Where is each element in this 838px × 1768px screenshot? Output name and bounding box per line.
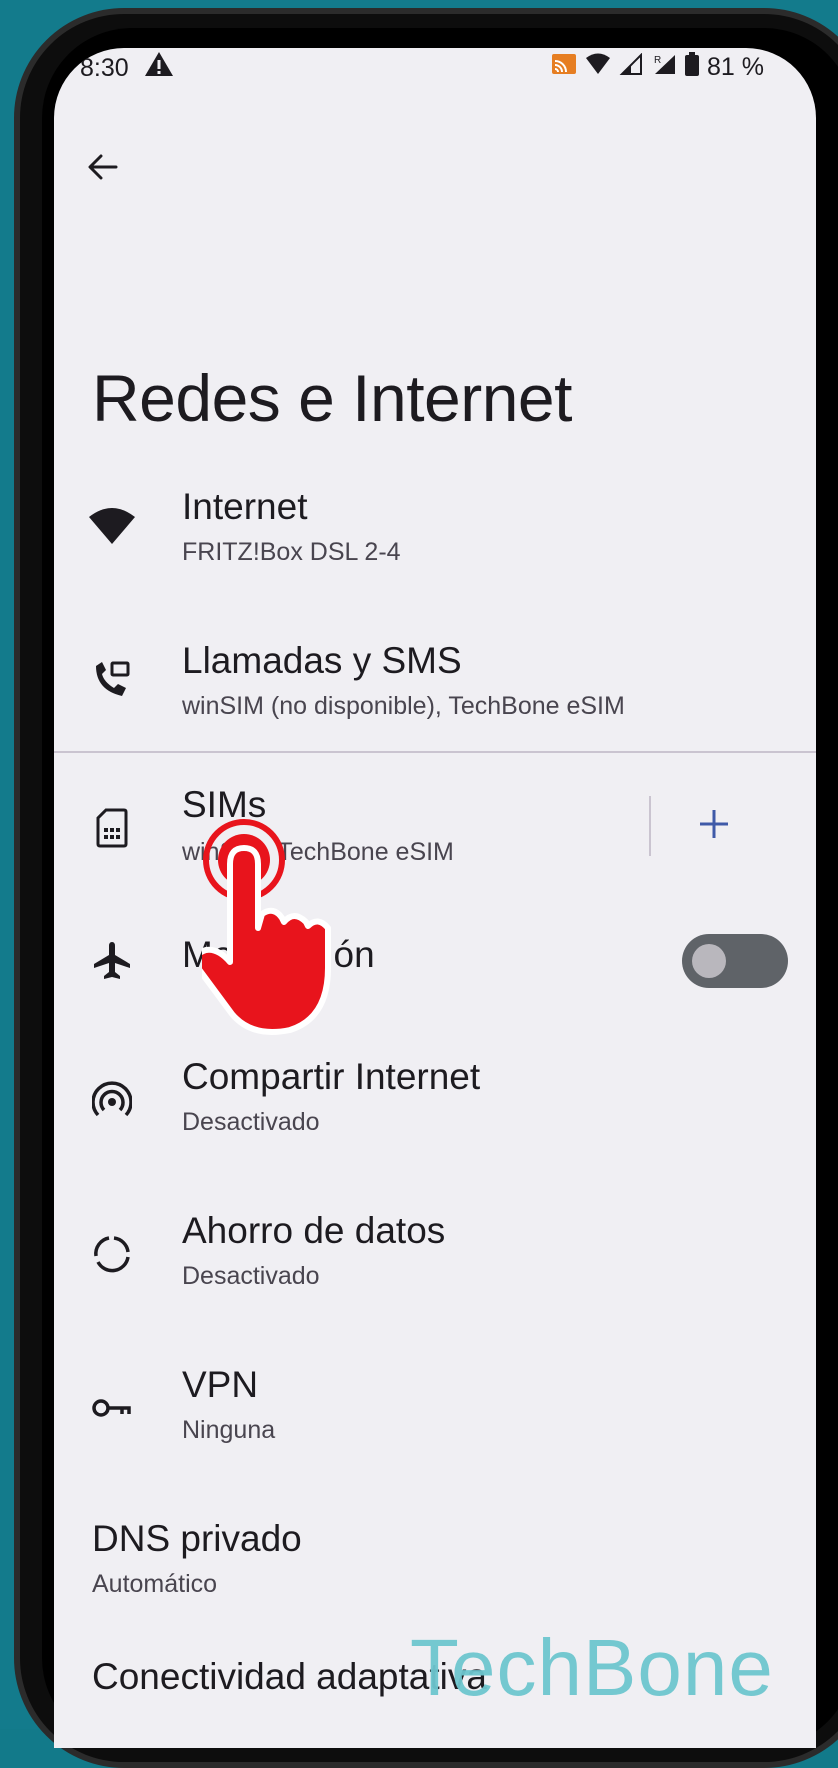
sim-card-icon	[84, 800, 140, 856]
item-subtitle: Desactivado	[182, 1108, 320, 1136]
arrow-back-icon	[88, 154, 118, 180]
page-title: Redes e Internet	[92, 361, 572, 435]
add-sim-button[interactable]	[684, 794, 744, 854]
plus-icon	[700, 810, 728, 838]
cast-icon	[551, 53, 577, 82]
status-icons: R 81 %	[551, 52, 764, 83]
settings-screen: 8:30 R 81 % Redes e Internet Internet FR…	[54, 48, 816, 1748]
list-item-private-dns[interactable]: DNS privado Automático	[54, 1500, 816, 1620]
item-subtitle: Ninguna	[182, 1416, 276, 1444]
list-item-hotspot[interactable]: Compartir Internet Desactivado	[54, 1038, 816, 1158]
list-item-internet[interactable]: Internet FRITZ!Box DSL 2-4	[54, 468, 816, 588]
item-title: Ahorro de datos	[182, 1210, 446, 1251]
battery-icon	[685, 52, 700, 83]
airplane-mode-toggle[interactable]	[682, 934, 788, 988]
item-subtitle: FRITZ!Box DSL 2-4	[182, 538, 401, 566]
list-item-vpn[interactable]: VPN Ninguna	[54, 1346, 816, 1466]
item-subtitle: winSIM (no disponible), TechBone eSIM	[182, 692, 625, 720]
techbone-watermark: TechBone	[410, 1623, 774, 1712]
warning-icon	[144, 50, 174, 85]
signal-icon	[619, 52, 643, 82]
section-divider	[54, 751, 816, 753]
item-title: Llamadas y SMS	[182, 640, 462, 681]
item-subtitle: Desactivado	[182, 1262, 320, 1290]
item-title: Internet	[182, 486, 308, 527]
list-item-calls-sms[interactable]: Llamadas y SMS winSIM (no disponible), T…	[54, 622, 816, 742]
status-time: 8:30	[80, 54, 129, 82]
item-title: VPN	[182, 1364, 259, 1405]
item-title: DNS privado	[92, 1518, 302, 1559]
toggle-knob	[692, 944, 726, 978]
back-button[interactable]	[76, 140, 130, 194]
battery-percentage: 81 %	[707, 53, 764, 81]
status-bar: 8:30 R 81 %	[54, 48, 816, 110]
hotspot-icon	[84, 1072, 140, 1128]
touch-indicator-hand-icon	[193, 818, 342, 1048]
list-item-data-saver[interactable]: Ahorro de datos Desactivado	[54, 1192, 816, 1312]
wifi-icon	[84, 498, 140, 554]
roaming-signal-icon: R	[651, 53, 677, 82]
vpn-key-icon	[84, 1380, 140, 1436]
item-title: Compartir Internet	[182, 1056, 481, 1097]
item-subtitle: Automático	[92, 1570, 218, 1598]
airplane-icon	[84, 932, 140, 988]
call-sms-icon	[84, 652, 140, 708]
wifi-icon	[585, 53, 611, 82]
svg-text:R: R	[654, 55, 661, 66]
vertical-separator	[649, 796, 651, 856]
data-saver-icon	[84, 1226, 140, 1282]
